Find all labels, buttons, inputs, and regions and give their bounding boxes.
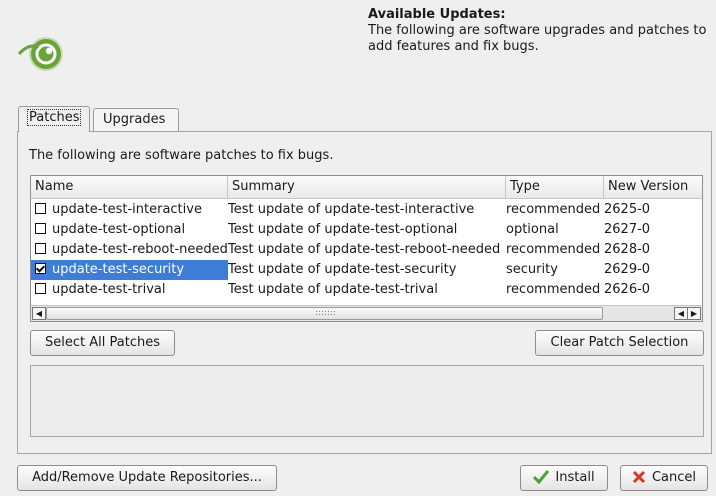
row-checkbox-checked[interactable] [35, 263, 46, 274]
row-checkbox[interactable] [35, 203, 46, 214]
patch-name: update-test-trival [52, 282, 166, 297]
header-description-line1: The following are software upgrades and … [368, 23, 707, 38]
header-title: Available Updates: [368, 7, 506, 22]
table-row[interactable]: update-test-interactive Test update of u… [31, 200, 702, 220]
select-all-patches-button[interactable]: Select All Patches [30, 330, 175, 356]
checkmark-icon [533, 469, 550, 493]
clear-patch-selection-button[interactable]: Clear Patch Selection [535, 330, 704, 356]
patch-info-box [30, 365, 704, 437]
add-remove-repositories-button[interactable]: Add/Remove Update Repositories... [17, 465, 277, 491]
table-row[interactable]: update-test-trival Test update of update… [31, 280, 702, 300]
tab-patches-label: Patches [26, 109, 82, 126]
patch-version: 2627-0 [604, 222, 651, 237]
cross-icon [632, 469, 646, 493]
patch-version: 2629-0 [604, 262, 651, 277]
patch-summary: Test update of update-test-reboot-needed [228, 242, 501, 257]
row-checkbox[interactable] [35, 223, 46, 234]
cancel-button-label: Cancel [651, 470, 697, 485]
patch-type: security [506, 262, 558, 277]
scroll-right-arrow-icon[interactable]: ▶ [687, 307, 701, 320]
patch-version: 2625-0 [604, 202, 651, 217]
patch-type: optional [506, 222, 559, 237]
scrollbar-thumb[interactable] [46, 307, 603, 320]
horizontal-scrollbar[interactable]: ◀ ◀ ▶ [31, 305, 702, 321]
tab-upgrades[interactable]: Upgrades [93, 108, 179, 132]
patch-name: update-test-interactive [52, 202, 202, 217]
patches-description: The following are software patches to fi… [29, 148, 334, 163]
row-checkbox[interactable] [35, 283, 46, 294]
column-header-name[interactable]: Name [31, 176, 228, 198]
scroll-left-arrow-icon[interactable]: ◀ [32, 307, 46, 320]
install-button[interactable]: Install [520, 465, 608, 491]
install-button-label: Install [555, 470, 595, 485]
table-row[interactable]: update-test-reboot-needed Test update of… [31, 240, 702, 260]
patch-summary: Test update of update-test-optional [228, 222, 458, 237]
patch-type: recommended [506, 242, 601, 257]
patch-type: recommended [506, 282, 601, 297]
column-header-new-version[interactable]: New Version [604, 176, 702, 198]
patch-version: 2626-0 [604, 282, 651, 297]
header-description-line2: add features and fix bugs. [368, 39, 539, 54]
cancel-button[interactable]: Cancel [620, 465, 708, 491]
patch-name: update-test-reboot-needed [52, 242, 228, 257]
patch-type: recommended [506, 202, 601, 217]
header: Available Updates: The following are sof… [368, 7, 708, 55]
column-header-summary[interactable]: Summary [228, 176, 506, 198]
scroll-left-arrow-icon[interactable]: ◀ [674, 307, 688, 320]
patch-summary: Test update of update-test-interactive [228, 202, 475, 217]
patch-version: 2628-0 [604, 242, 651, 257]
patch-name: update-test-security [52, 262, 185, 277]
patch-summary: Test update of update-test-trival [228, 282, 438, 297]
column-header-type[interactable]: Type [506, 176, 604, 198]
table-row[interactable]: update-test-optional Test update of upda… [31, 220, 702, 240]
patch-table: Name Summary Type New Version update-tes… [30, 175, 703, 322]
grip-icon [314, 310, 335, 316]
table-row-selected[interactable]: update-test-security Test update of upda… [31, 260, 702, 280]
patch-name: update-test-optional [52, 222, 186, 237]
patch-summary: Test update of update-test-security [228, 262, 457, 277]
tab-patches[interactable]: Patches [18, 106, 91, 132]
opensuse-logo-icon [16, 34, 72, 74]
table-header: Name Summary Type New Version [31, 176, 702, 199]
row-checkbox[interactable] [35, 243, 46, 254]
tab-upgrades-label: Upgrades [103, 112, 166, 127]
